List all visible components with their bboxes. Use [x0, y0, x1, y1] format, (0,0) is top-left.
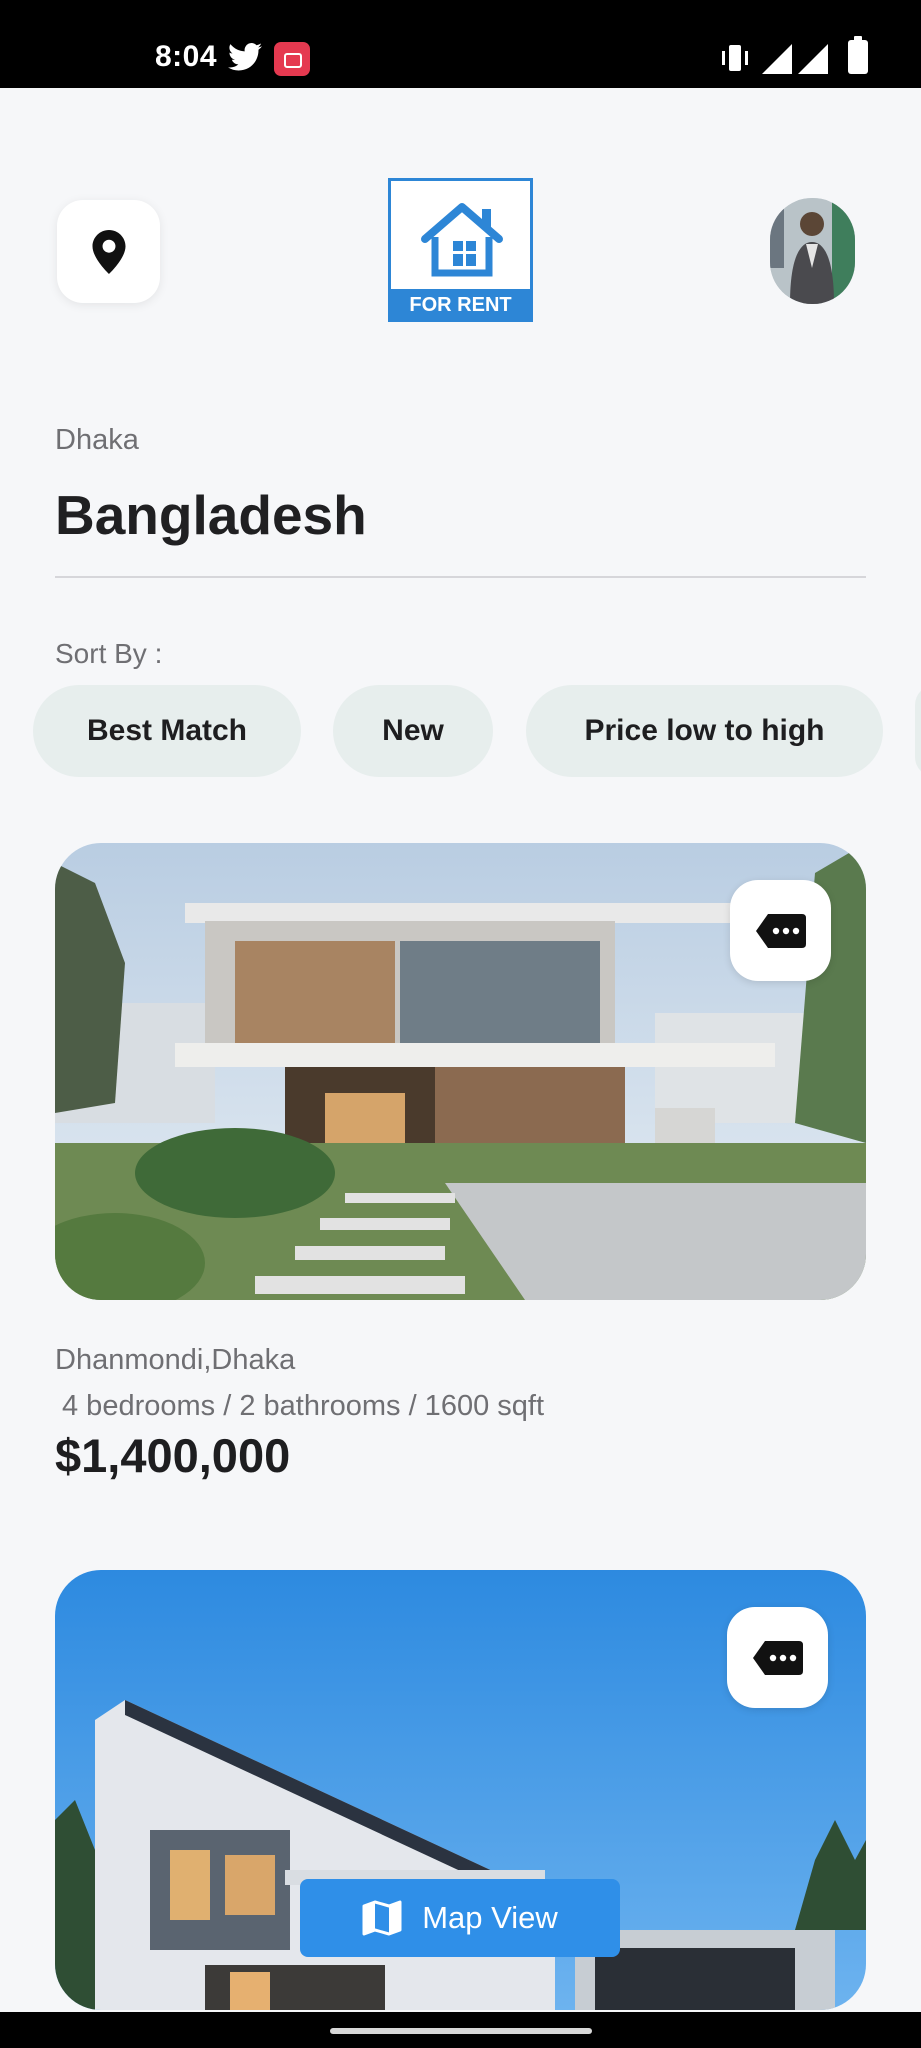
home-gesture-handle[interactable]: [330, 2028, 592, 2034]
status-time: 8:04: [155, 40, 218, 73]
country-title: Bangladesh: [55, 484, 367, 546]
listing-price: $1,400,000: [55, 1429, 291, 1482]
city-label: Dhaka: [55, 424, 139, 456]
house-icon: [421, 203, 503, 277]
map-view-label: Map View: [422, 1900, 558, 1935]
chat-button[interactable]: [727, 1607, 828, 1708]
status-bar: 8:04: [0, 0, 921, 88]
map-view-button[interactable]: Map View: [300, 1879, 620, 1957]
logo-label: FOR RENT: [388, 289, 533, 322]
avatar[interactable]: [770, 198, 855, 304]
vibrate-icon: [722, 45, 748, 71]
twitter-icon: [228, 43, 262, 71]
signal-icon: [762, 44, 792, 74]
screen-record-icon: [274, 42, 310, 76]
sort-chip-more[interactable]: [915, 685, 921, 777]
message-icon: [755, 913, 806, 948]
location-button[interactable]: [57, 200, 160, 303]
sort-chip-new[interactable]: New: [333, 685, 493, 777]
battery-icon: [848, 36, 868, 74]
sort-label: Sort By :: [55, 638, 163, 669]
signal-icon: [798, 44, 828, 74]
map-pin-icon: [92, 229, 125, 274]
for-rent-logo: FOR RENT: [388, 178, 533, 322]
sort-chip-price-low-to-high[interactable]: Price low to high: [526, 685, 883, 777]
message-icon: [752, 1640, 803, 1675]
navigation-bar: [0, 2012, 921, 2048]
sort-chip-best-match[interactable]: Best Match: [33, 685, 301, 777]
listing-specs: 4 bedrooms / 2 bathrooms / 1600 sqft: [62, 1390, 544, 1422]
chat-button[interactable]: [730, 880, 831, 981]
divider: [55, 576, 866, 578]
listing-area: Dhanmondi,Dhaka: [55, 1344, 296, 1376]
map-icon: [362, 1900, 402, 1936]
